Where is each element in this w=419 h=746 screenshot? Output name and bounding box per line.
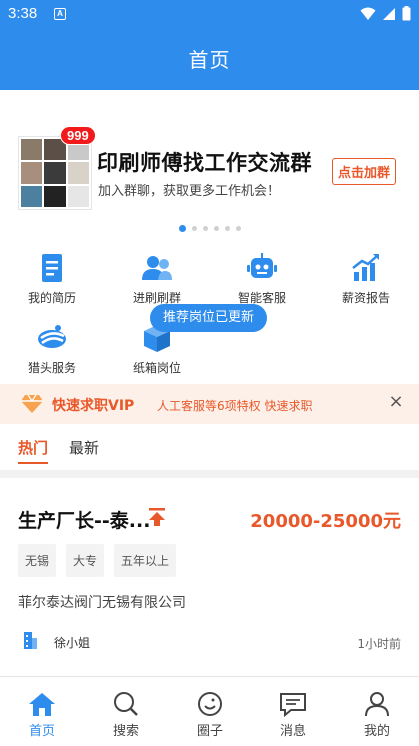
profile-icon <box>365 692 389 717</box>
vip-title: 快速求职VIP <box>52 398 135 414</box>
pin-top-icon <box>149 508 165 526</box>
app-bar: 首页 <box>0 30 419 90</box>
nav-label: 消息 <box>279 724 306 739</box>
job-salary: 20000-25000元 <box>250 511 401 532</box>
nav-messages[interactable]: 消息 <box>251 691 335 739</box>
recruiter-name: 徐小姐 <box>54 636 91 650</box>
nav-circle[interactable]: 圈子 <box>168 691 252 739</box>
carousel-dot[interactable] <box>213 226 219 231</box>
job-tag-education: 大专 <box>66 544 105 577</box>
close-icon[interactable]: × <box>386 392 406 412</box>
headhunter-icon <box>38 325 66 348</box>
carousel-dot[interactable] <box>235 226 241 231</box>
menu-item-service[interactable]: 智能客服 <box>210 252 314 306</box>
page-title: 首页 <box>188 48 231 72</box>
carousel-dot[interactable] <box>202 226 208 231</box>
job-tag-location: 无锡 <box>18 544 57 577</box>
nav-home[interactable]: 首页 <box>0 691 84 739</box>
nav-label: 圈子 <box>196 724 223 739</box>
job-tag-experience: 五年以上 <box>114 544 177 577</box>
join-group-button[interactable]: 点击加群 <box>332 158 397 185</box>
job-tags: 无锡 大专 五年以上 <box>18 544 177 577</box>
bar-chart-icon <box>352 254 379 281</box>
bottom-navigation: 首页 搜索 圈子 消息 我的 <box>0 676 419 746</box>
divider <box>0 470 419 478</box>
robot-icon <box>247 253 277 278</box>
unread-badge: 999 <box>60 126 96 145</box>
company-name: 菲尔泰达阀门无锡有限公司 <box>18 595 186 611</box>
menu-item-label: 薪资报告 <box>341 291 390 305</box>
notification-icon: A <box>54 8 66 20</box>
carousel-dot[interactable] <box>224 226 230 231</box>
nav-search[interactable]: 搜索 <box>84 691 168 739</box>
home-icon <box>29 693 55 716</box>
menu-item-resume[interactable]: 我的简历 <box>0 252 104 306</box>
system-icons <box>360 6 411 21</box>
users-icon <box>142 256 172 280</box>
vip-description: 人工客服等6项特权 快速求职 <box>157 399 313 413</box>
status-time: 3:38 <box>8 5 38 22</box>
job-card[interactable]: 生产厂长--泰... 20000-25000元 无锡 大专 五年以上 菲尔泰达阀… <box>0 478 419 674</box>
posted-time: 1小时前 <box>357 637 401 651</box>
carousel-dot[interactable] <box>191 226 197 231</box>
menu-item-salary[interactable]: 薪资报告 <box>314 252 418 306</box>
wifi-icon <box>360 7 376 20</box>
carousel-dot[interactable] <box>178 225 186 232</box>
nav-label: 首页 <box>28 724 55 739</box>
group-subtitle: 加入群聊，获取更多工作机会！ <box>98 184 281 199</box>
tab-hot[interactable]: 热门 <box>18 437 48 458</box>
search-icon <box>114 692 138 716</box>
battery-icon <box>402 6 411 21</box>
group-banner[interactable]: 999 印刷师傅找工作交流群 加入群聊，获取更多工作机会！ 点击加群 <box>0 92 419 242</box>
menu-item-label: 我的简历 <box>27 291 76 305</box>
nav-profile[interactable]: 我的 <box>335 691 419 739</box>
circle-icon <box>198 692 222 716</box>
menu-item-headhunter[interactable]: 猎头服务 <box>0 322 104 376</box>
message-icon <box>280 693 306 717</box>
update-tooltip[interactable]: 推荐岗位已更新 <box>150 304 267 332</box>
job-title: 生产厂长--泰... <box>18 510 151 532</box>
menu-item-label: 猎头服务 <box>27 361 76 375</box>
menu-item-group[interactable]: 进刷刷群 <box>105 252 209 306</box>
building-icon <box>24 632 37 649</box>
resume-icon <box>42 254 62 282</box>
nav-label: 我的 <box>363 724 390 739</box>
job-tabs: 热门 最新 <box>0 428 419 468</box>
tab-latest[interactable]: 最新 <box>69 437 99 458</box>
status-bar: 3:38 A <box>0 0 419 30</box>
carousel-indicator <box>0 225 419 232</box>
menu-item-label: 纸箱岗位 <box>132 361 181 375</box>
diamond-icon <box>21 394 43 413</box>
group-avatar <box>18 136 92 210</box>
tab-indicator <box>18 462 48 464</box>
nav-label: 搜索 <box>112 724 139 739</box>
group-title: 印刷师傅找工作交流群 <box>97 151 312 175</box>
signal-icon <box>383 7 395 20</box>
vip-banner[interactable]: 快速求职VIP 人工客服等6项特权 快速求职 × <box>0 384 419 424</box>
